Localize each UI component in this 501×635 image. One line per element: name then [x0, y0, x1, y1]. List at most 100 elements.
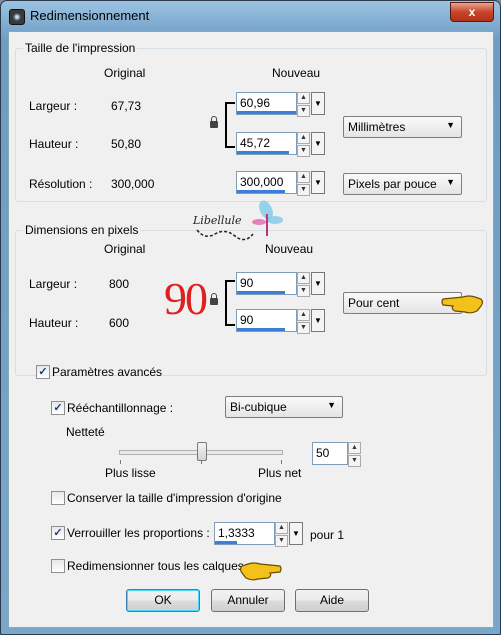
resolution-dropdown-icon[interactable]: ▼	[311, 171, 325, 194]
print-width-slider-bar[interactable]	[237, 111, 296, 114]
print-width-dropdown-icon[interactable]: ▼	[311, 92, 325, 115]
print-height-slider-bar[interactable]	[237, 151, 289, 154]
print-height-arrows[interactable]: ▲ ▼	[297, 132, 310, 157]
advanced-params-checkbox[interactable]: ✓	[36, 365, 50, 379]
print-height-value: 45,72	[240, 136, 271, 150]
pixel-width-dropdown-icon[interactable]: ▼	[311, 272, 325, 295]
ratio-slider-bar[interactable]	[215, 541, 237, 544]
ratio-dropdown-icon[interactable]: ▼	[289, 522, 303, 545]
chevron-down-icon: ▼	[446, 177, 455, 187]
resample-method-value: Bi-cubique	[230, 400, 287, 414]
ratio-arrows[interactable]: ▲ ▼	[275, 522, 288, 547]
keep-print-size-label: Conserver la taille d'impression d'origi…	[67, 491, 282, 505]
resample-label: Rééchantillonnage :	[67, 401, 174, 415]
ratio-value: 1,3333	[218, 526, 255, 540]
pixel-height-field[interactable]: 90	[236, 309, 297, 332]
print-unit-select[interactable]: Millimètres ▼	[343, 116, 462, 138]
window-title: Redimensionnement	[30, 8, 150, 23]
resolution-value: 300,000	[240, 175, 284, 189]
spin-up-icon[interactable]: ▲	[275, 522, 288, 534]
spin-up-icon[interactable]: ▲	[297, 309, 310, 321]
print-height-field[interactable]: 45,72	[236, 132, 297, 155]
pixel-height-slider-bar[interactable]	[237, 328, 285, 331]
pixel-width-arrows[interactable]: ▲ ▼	[297, 272, 310, 297]
spin-down-icon[interactable]: ▼	[348, 455, 361, 467]
pixel-width-spinner[interactable]: 90 ▲ ▼ ▼	[236, 272, 325, 297]
pointing-hand-icon	[239, 562, 282, 581]
pixel-height-label: Hauteur :	[29, 316, 79, 330]
lock-ratio-label: Verrouiller les proportions :	[67, 526, 210, 540]
print-width-label: Largeur :	[29, 99, 78, 113]
chevron-down-icon: ▼	[327, 400, 336, 410]
print-unit-value: Millimètres	[348, 120, 406, 134]
print-width-arrows[interactable]: ▲ ▼	[297, 92, 310, 117]
pixel-height-dropdown-icon[interactable]: ▼	[311, 309, 325, 332]
sharpness-min-label: Plus lisse	[105, 466, 156, 480]
help-button[interactable]: Aide	[295, 589, 369, 612]
pixel-dims-legend: Dimensions en pixels	[23, 223, 141, 237]
pixel-height-arrows[interactable]: ▲ ▼	[297, 309, 310, 334]
spin-up-icon[interactable]: ▲	[297, 171, 310, 183]
keep-print-size-checkbox[interactable]	[51, 491, 65, 505]
resolution-arrows[interactable]: ▲ ▼	[297, 171, 310, 196]
pixel-lock-bracket	[225, 280, 235, 326]
slider-tick	[201, 460, 202, 464]
sharpness-slider-thumb[interactable]	[197, 442, 207, 461]
cancel-button[interactable]: Annuler	[211, 589, 285, 612]
print-width-value: 60,96	[240, 96, 271, 110]
resize-all-layers-checkbox[interactable]	[51, 559, 65, 573]
resolution-spinner[interactable]: 300,000 ▲ ▼ ▼	[236, 171, 325, 196]
title-bar[interactable]: Redimensionnement x	[1, 1, 500, 31]
pixel-height-spinner[interactable]: 90 ▲ ▼ ▼	[236, 309, 325, 334]
print-height-spinner[interactable]: 45,72 ▲ ▼ ▼	[236, 132, 325, 157]
resolution-field[interactable]: 300,000	[236, 171, 297, 194]
spin-up-icon[interactable]: ▲	[297, 272, 310, 284]
pixel-height-value: 90	[240, 313, 254, 327]
dialog-body: Taille de l'impression Original Nouveau …	[8, 31, 494, 628]
print-width-spinner[interactable]: 60,96 ▲ ▼ ▼	[236, 92, 325, 117]
ratio-field[interactable]: 1,3333	[214, 522, 275, 545]
advanced-params-label: Paramètres avancés	[52, 365, 163, 379]
pixel-height-original: 600	[109, 316, 130, 330]
pixel-width-label: Largeur :	[29, 277, 78, 291]
ratio-spinner[interactable]: 1,3333 ▲ ▼ ▼	[214, 522, 303, 547]
close-button[interactable]: x	[450, 2, 494, 22]
resolution-slider-bar[interactable]	[237, 190, 285, 193]
spin-down-icon[interactable]: ▼	[297, 322, 310, 334]
spin-down-icon[interactable]: ▼	[297, 184, 310, 196]
sharpness-label: Netteté	[66, 425, 105, 439]
sharpness-spinner[interactable]: 50 ▲ ▼	[312, 442, 364, 467]
sharpness-field[interactable]: 50	[312, 442, 348, 465]
slider-tick	[281, 460, 282, 464]
print-width-field[interactable]: 60,96	[236, 92, 297, 115]
pixel-lock-icon[interactable]	[210, 293, 218, 305]
spin-down-icon[interactable]: ▼	[297, 145, 310, 157]
print-new-header: Nouveau	[272, 66, 321, 80]
dragonfly-logo-icon	[196, 200, 283, 241]
spin-up-icon[interactable]: ▲	[348, 442, 361, 454]
print-size-legend: Taille de l'impression	[23, 41, 138, 55]
spin-up-icon[interactable]: ▲	[297, 132, 310, 144]
ratio-suffix: pour 1	[310, 528, 345, 542]
resample-method-select[interactable]: Bi-cubique ▼	[225, 396, 343, 418]
print-height-dropdown-icon[interactable]: ▼	[311, 132, 325, 155]
spin-down-icon[interactable]: ▼	[297, 285, 310, 297]
resolution-original: 300,000	[111, 177, 155, 191]
ok-button[interactable]: OK	[126, 589, 200, 612]
print-lock-icon[interactable]	[210, 116, 218, 128]
sharpness-arrows[interactable]: ▲ ▼	[348, 442, 361, 467]
pixel-width-field[interactable]: 90	[236, 272, 297, 295]
resample-checkbox[interactable]: ✓	[51, 401, 65, 415]
resolution-unit-select[interactable]: Pixels par pouce ▼	[343, 173, 462, 195]
pixel-original-header: Original	[104, 242, 146, 256]
pixel-width-slider-bar[interactable]	[237, 291, 285, 294]
pixel-unit-value: Pour cent	[348, 296, 400, 310]
app-camera-icon	[9, 9, 25, 25]
spin-down-icon[interactable]: ▼	[297, 105, 310, 117]
print-lock-bracket	[225, 102, 235, 148]
spin-down-icon[interactable]: ▼	[275, 535, 288, 547]
print-original-header: Original	[104, 66, 146, 80]
lock-ratio-checkbox[interactable]: ✓	[51, 526, 65, 540]
chevron-down-icon: ▼	[446, 120, 455, 130]
spin-up-icon[interactable]: ▲	[297, 92, 310, 104]
